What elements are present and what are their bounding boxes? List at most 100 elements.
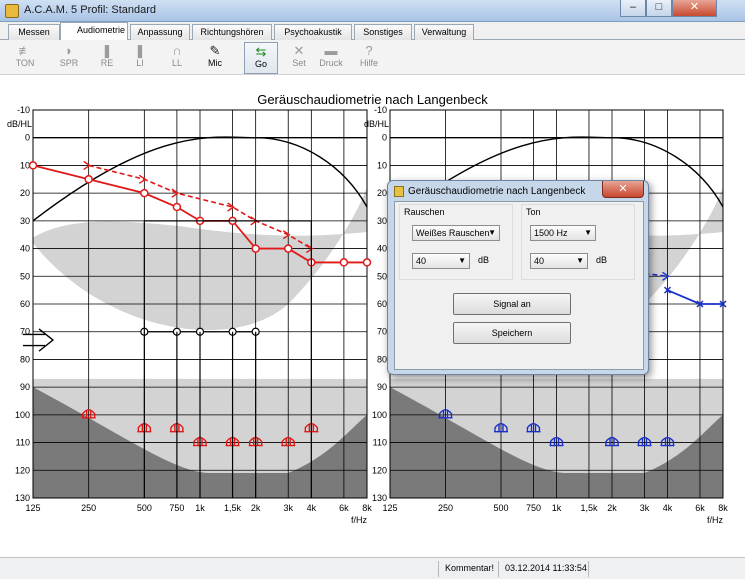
y-tick-label: 10 — [377, 160, 387, 170]
tone-level-value: 40 — [534, 256, 545, 266]
tool-hilfe[interactable]: ? Hilfe — [352, 42, 386, 74]
tab-richtungshoeren[interactable]: Richtungshören — [192, 24, 272, 40]
y-tick-label: 60 — [377, 299, 387, 309]
y-tick-label: 0 — [25, 133, 30, 143]
tone-frequency-value: 1500 Hz — [534, 228, 568, 238]
y-tick-label: 90 — [20, 382, 30, 392]
noise-level-select[interactable]: 40 ▼ — [412, 253, 470, 269]
threshold-line — [667, 289, 723, 305]
chevron-down-icon: ▼ — [488, 228, 496, 237]
threshold-point — [339, 258, 349, 267]
headphones-icon: ∩ — [172, 43, 182, 58]
noise-level-value: 40 — [416, 256, 427, 266]
x-tick-label: 500 — [493, 503, 508, 513]
tab-psychoakustik[interactable]: Psychoakustik — [274, 24, 352, 40]
chevron-down-icon: ▼ — [576, 256, 584, 265]
printer-icon: ▬ — [324, 43, 338, 58]
x-tick-label: 500 — [137, 503, 152, 513]
tab-audiometrie[interactable]: Audiometrie — [60, 22, 128, 41]
threshold-point — [28, 161, 38, 170]
minimize-button[interactable]: – — [620, 0, 646, 17]
maximize-button[interactable]: □ — [646, 0, 672, 17]
y-tick-label: 30 — [20, 216, 30, 226]
y-tick-label: 20 — [377, 188, 387, 198]
x-tick-label: 750 — [526, 503, 541, 513]
close-button[interactable]: ✕ — [672, 0, 717, 17]
y-tick-label: 100 — [15, 410, 30, 420]
y-tick-label: 70 — [20, 327, 30, 337]
x-tick-label: 1,5k — [580, 503, 598, 513]
y-tick-label: 40 — [377, 244, 387, 254]
tab-bar: Messen Audiometrie Anpassung Richtungshö… — [0, 22, 745, 58]
tone-level-select[interactable]: 40 ▼ — [530, 253, 588, 269]
threshold-point — [283, 244, 293, 253]
signal-on-button[interactable]: Signal an — [453, 293, 571, 315]
tool-label: LL — [171, 58, 182, 68]
y-tick-label: -10 — [374, 105, 387, 115]
noise-audiometry-dialog: Geräuschaudiometrie nach Langenbeck ✕ Ra… — [387, 180, 649, 375]
tool-li[interactable]: ❚ LI — [123, 42, 157, 74]
tool-ton[interactable]: ≢ TON — [8, 42, 42, 74]
tab-verwaltung[interactable]: Verwaltung — [414, 24, 474, 40]
tool-druck[interactable]: ▬ Druck — [314, 42, 348, 74]
tone-frequency-select[interactable]: 1500 Hz ▼ — [530, 225, 596, 241]
go-icon: ⇆ — [255, 44, 267, 59]
x-tick-label: 2k — [251, 503, 261, 513]
y-tick-label: 0 — [382, 133, 387, 143]
tool-go[interactable]: ⇆ Go — [244, 42, 278, 74]
y-tick-label: 40 — [20, 244, 30, 254]
y-tick-label: 80 — [20, 354, 30, 364]
tool-spr[interactable]: ◗ SPR — [52, 42, 86, 74]
tool-mic[interactable]: ✎ Mic — [198, 42, 232, 74]
tab-label: Audiometrie — [76, 25, 126, 35]
x-axis-label: f/Hz — [707, 515, 724, 525]
right-ear-icon: ❚ — [101, 43, 113, 58]
y-tick-label: 30 — [377, 216, 387, 226]
tab-sonstiges[interactable]: Sonstiges — [354, 24, 412, 40]
status-empty — [588, 561, 738, 577]
y-tick-label: 60 — [20, 299, 30, 309]
microphone-icon: ✎ — [209, 43, 221, 58]
y-tick-label: 50 — [20, 271, 30, 281]
chevron-down-icon: ▼ — [584, 228, 592, 237]
status-datetime: 03.12.2014 11:33:54 — [498, 561, 588, 577]
tool-ll[interactable]: ∩ LL — [160, 42, 194, 74]
audiogram-panel-right-ear: -10 0 10 20 30 40 50 60 70 80 90 100 110 120 130 dB/HL 1… — [7, 105, 372, 525]
x-tick-label: 250 — [81, 503, 96, 513]
x-tick-label: 6k — [339, 503, 349, 513]
tool-label: Go — [254, 59, 267, 69]
noise-group: Rauschen Weißes Rauschen ▼ 40 ▼ dB — [399, 204, 513, 280]
noise-group-label: Rauschen — [404, 207, 445, 217]
tool-set[interactable]: ✕ Set — [282, 42, 316, 74]
x-tick-label: 3k — [283, 503, 293, 513]
threshold-point — [362, 258, 372, 267]
tool-label: LI — [136, 58, 144, 68]
y-tick-label: -10 — [17, 105, 30, 115]
tools-icon: ✕ — [293, 43, 305, 58]
tab-anpassung[interactable]: Anpassung — [130, 24, 190, 40]
x-tick-label: 4k — [307, 503, 317, 513]
tool-label: Druck — [319, 58, 343, 68]
x-tick-label: 125 — [382, 503, 397, 513]
x-tick-label: 4k — [663, 503, 673, 513]
dialog-close-button[interactable]: ✕ — [602, 181, 644, 198]
dialog-title: Geräuschaudiometrie nach Langenbeck — [408, 186, 586, 197]
x-tick-label: 8k — [362, 503, 372, 513]
dialog-body: Rauschen Weißes Rauschen ▼ 40 ▼ dB Ton 150… — [394, 201, 644, 370]
tool-re[interactable]: ❚ RE — [90, 42, 124, 74]
y-tick-label: 90 — [377, 382, 387, 392]
tab-messen[interactable]: Messen — [8, 24, 60, 40]
status-comment[interactable]: Kommentar! — [438, 561, 498, 577]
chevron-down-icon: ▼ — [458, 256, 466, 265]
tone-group-label: Ton — [526, 207, 541, 217]
save-button[interactable]: Speichern — [453, 322, 571, 344]
noise-type-select[interactable]: Weißes Rauschen ▼ — [412, 225, 500, 241]
tool-label: TON — [15, 58, 35, 68]
threshold-point — [140, 188, 149, 198]
app-icon — [5, 4, 19, 18]
y-axis-label: dB/HL — [7, 119, 32, 129]
x-tick-label: 1k — [195, 503, 205, 513]
toolbar: ≢ TON ◗ SPR ❚ RE ❚ LI ∩ LL ✎ Mic ⇆ Go ✕ Set ▬ Dru… — [0, 40, 745, 75]
y-axis-label: dB/HL — [364, 119, 389, 129]
y-tick-label: 100 — [372, 410, 387, 420]
